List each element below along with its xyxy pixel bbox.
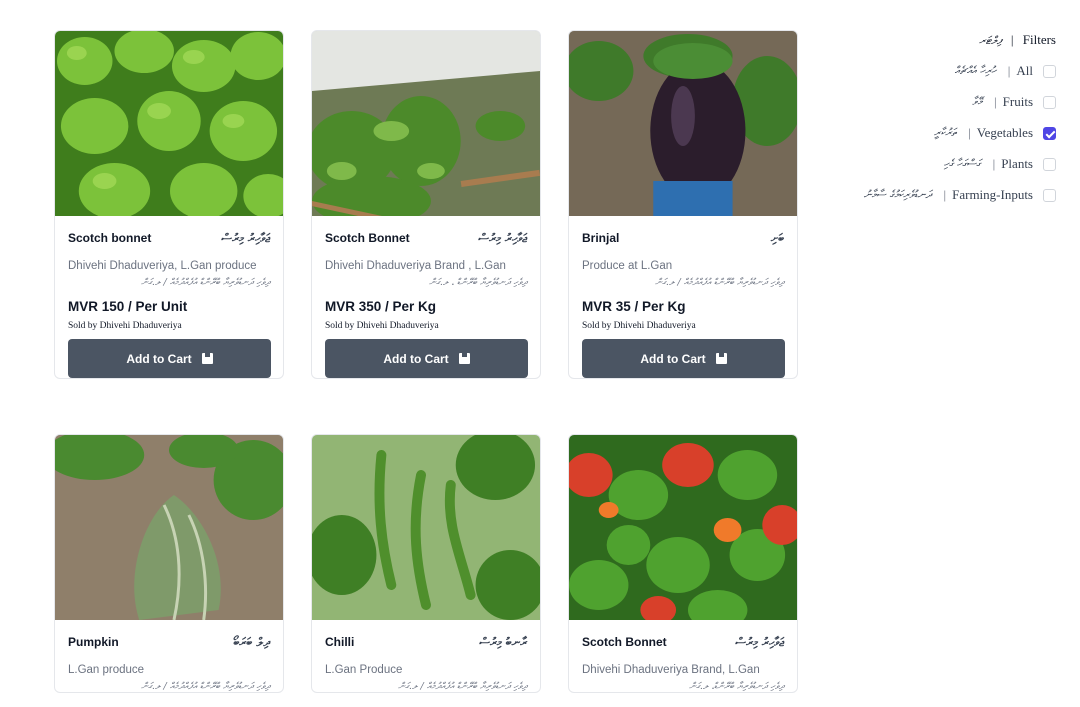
product-name: Brinjal xyxy=(582,231,620,245)
filter-checkbox[interactable] xyxy=(1043,157,1056,171)
product-card[interactable]: Scotch bonnet ޖަވާހިރު މިރުސް Dhivehi Dh… xyxy=(54,30,284,379)
filter-label-dhivehi: ތަރުކާރީ xyxy=(933,126,957,139)
product-price: MVR 350 / Per Kg xyxy=(325,299,437,314)
product-image[interactable] xyxy=(569,435,797,620)
product-name: Scotch bonnet xyxy=(68,231,152,245)
product-image[interactable] xyxy=(312,435,540,620)
filter-checkbox[interactable] xyxy=(1043,95,1056,109)
add-to-cart-button[interactable]: Add to Cart xyxy=(68,339,271,378)
product-origin-dhivehi: ދިވެހި ދަނޑުވެރިޔާ ބްރޭންޑް އުފެއްދުމެއް… xyxy=(141,681,270,692)
filter-checkbox[interactable] xyxy=(1043,64,1056,78)
product-origin-dhivehi: ދިވެހި ދަނޑުވެރިޔާ ބްރޭންޑް އުފެއްދުމެއް… xyxy=(398,681,527,692)
product-name-dhivehi: ޖަވާހިރު މިރުސް xyxy=(478,230,527,245)
filter-checkbox[interactable] xyxy=(1043,188,1056,202)
product-name: Pumpkin xyxy=(68,635,119,649)
add-to-cart-label: Add to Cart xyxy=(640,351,706,366)
product-origin: L.Gan produce xyxy=(68,664,145,676)
filters-heading: ފިލްޓަރ | Filters xyxy=(979,32,1056,47)
product-origin-dhivehi: ދިވެހި ދަނޑުވެރިޔާ ބްރޭންޑް، ލ.ގަން xyxy=(689,681,784,692)
filters-title: Filters xyxy=(1022,32,1056,47)
add-to-cart-label: Add to Cart xyxy=(383,351,449,366)
product-price: MVR 150 / Per Unit xyxy=(68,299,188,314)
product-origin-dhivehi: ދިވެހި ދަނޑުވެރިޔާ ބްރޭންޑް އުފެއްދުމެއް… xyxy=(655,277,784,288)
product-name-dhivehi: ރާނބު މިރުސް xyxy=(479,634,527,649)
sold-by: Sold by Dhivehi Dhaduveriya xyxy=(325,321,439,331)
add-to-cart-label: Add to Cart xyxy=(126,351,192,366)
add-to-cart-button[interactable]: Add to Cart xyxy=(582,339,785,378)
product-name-dhivehi: ބަށި xyxy=(770,230,784,245)
product-origin: Dhivehi Dhaduveriya Brand, L.Gan xyxy=(582,664,760,676)
filter-vegetables[interactable]: ތަރުކާރީ | Vegetables xyxy=(864,125,1056,141)
sold-by: Sold by Dhivehi Dhaduveriya xyxy=(582,321,696,331)
sold-by: Sold by Dhivehi Dhaduveriya xyxy=(68,321,182,331)
product-name-dhivehi: ޖަވާހިރު މިރުސް xyxy=(221,230,270,245)
filter-label: Vegetables xyxy=(976,125,1033,140)
filter-label-dhivehi: ހުރިހާ އެއްޗެއް xyxy=(954,64,996,77)
filter-label-dhivehi: ދަނޑުވެރިކަމުގެ ސާމާނު xyxy=(863,188,932,201)
product-card[interactable]: Pumpkin ދިލް ބަރަބޯ L.Gan produce ދިވެހި… xyxy=(54,434,284,693)
filter-label: Farming-Inputs xyxy=(952,187,1033,202)
product-image[interactable] xyxy=(55,435,283,620)
filter-farming-inputs[interactable]: ދަނޑުވެރިކަމުގެ ސާމާނު | Farming-Inputs xyxy=(864,187,1056,203)
product-image[interactable] xyxy=(312,31,540,216)
filters-panel: ފިލްޓަރ | Filters ހުރިހާ އެއްޗެއް | All … xyxy=(864,32,1056,203)
product-card[interactable]: Scotch Bonnet ޖަވާހިރު މިރުސް Dhivehi Dh… xyxy=(311,30,541,379)
product-origin: Dhivehi Dhaduveriya, L.Gan produce xyxy=(68,260,257,272)
filter-label: Fruits xyxy=(1002,94,1033,109)
filter-checkbox[interactable] xyxy=(1043,126,1056,140)
filter-all[interactable]: ހުރިހާ އެއްޗެއް | All xyxy=(864,63,1056,79)
save-icon xyxy=(458,353,470,364)
filter-fruits[interactable]: މޭވާ | Fruits xyxy=(864,94,1056,110)
filter-plants[interactable]: ގަސްގަހާ ގެހި | Plants xyxy=(864,156,1056,172)
product-card[interactable]: Chilli ރާނބު މިރުސް L.Gan Produce ދިވެހި… xyxy=(311,434,541,693)
product-origin: Produce at L.Gan xyxy=(582,260,673,272)
product-image[interactable] xyxy=(55,31,283,216)
product-name: Chilli xyxy=(325,635,355,649)
filters-title-dhivehi: ފިލްޓަރ xyxy=(979,34,1002,47)
product-price: MVR 35 / Per Kg xyxy=(582,299,686,314)
product-card[interactable]: Scotch Bonnet ޖަވާހިރު މިރުސް Dhivehi Dh… xyxy=(568,434,798,693)
filter-label: Plants xyxy=(1001,156,1033,171)
product-name-dhivehi: ޖަވާހިރު މިރުސް xyxy=(735,634,784,649)
save-icon xyxy=(715,353,727,364)
product-card[interactable]: Brinjal ބަށި Produce at L.Gan ދިވެހި ދަނ… xyxy=(568,30,798,379)
product-origin: Dhivehi Dhaduveriya Brand , L.Gan xyxy=(325,260,506,272)
product-name-dhivehi: ދިލް ބަރަބޯ xyxy=(233,634,270,649)
product-image[interactable] xyxy=(569,31,797,216)
product-name: Scotch Bonnet xyxy=(325,231,410,245)
filter-label-dhivehi: ގަސްގަހާ ގެހި xyxy=(943,157,981,170)
save-icon xyxy=(201,353,213,364)
product-origin-dhivehi: ދިވެހި ދަނޑުވެރިޔާ ބްރޭންޑް އުފެއްދުމެއް… xyxy=(141,277,270,288)
add-to-cart-button[interactable]: Add to Cart xyxy=(325,339,528,378)
filter-label: All xyxy=(1016,63,1033,78)
product-origin-dhivehi: ދިވެހި ދަނޑުވެރިޔާ ބްރޭންޑް ، ލ.ގަން xyxy=(429,277,527,288)
filter-label-dhivehi: މޭވާ xyxy=(972,95,983,108)
product-name: Scotch Bonnet xyxy=(582,635,667,649)
product-origin: L.Gan Produce xyxy=(325,664,403,676)
